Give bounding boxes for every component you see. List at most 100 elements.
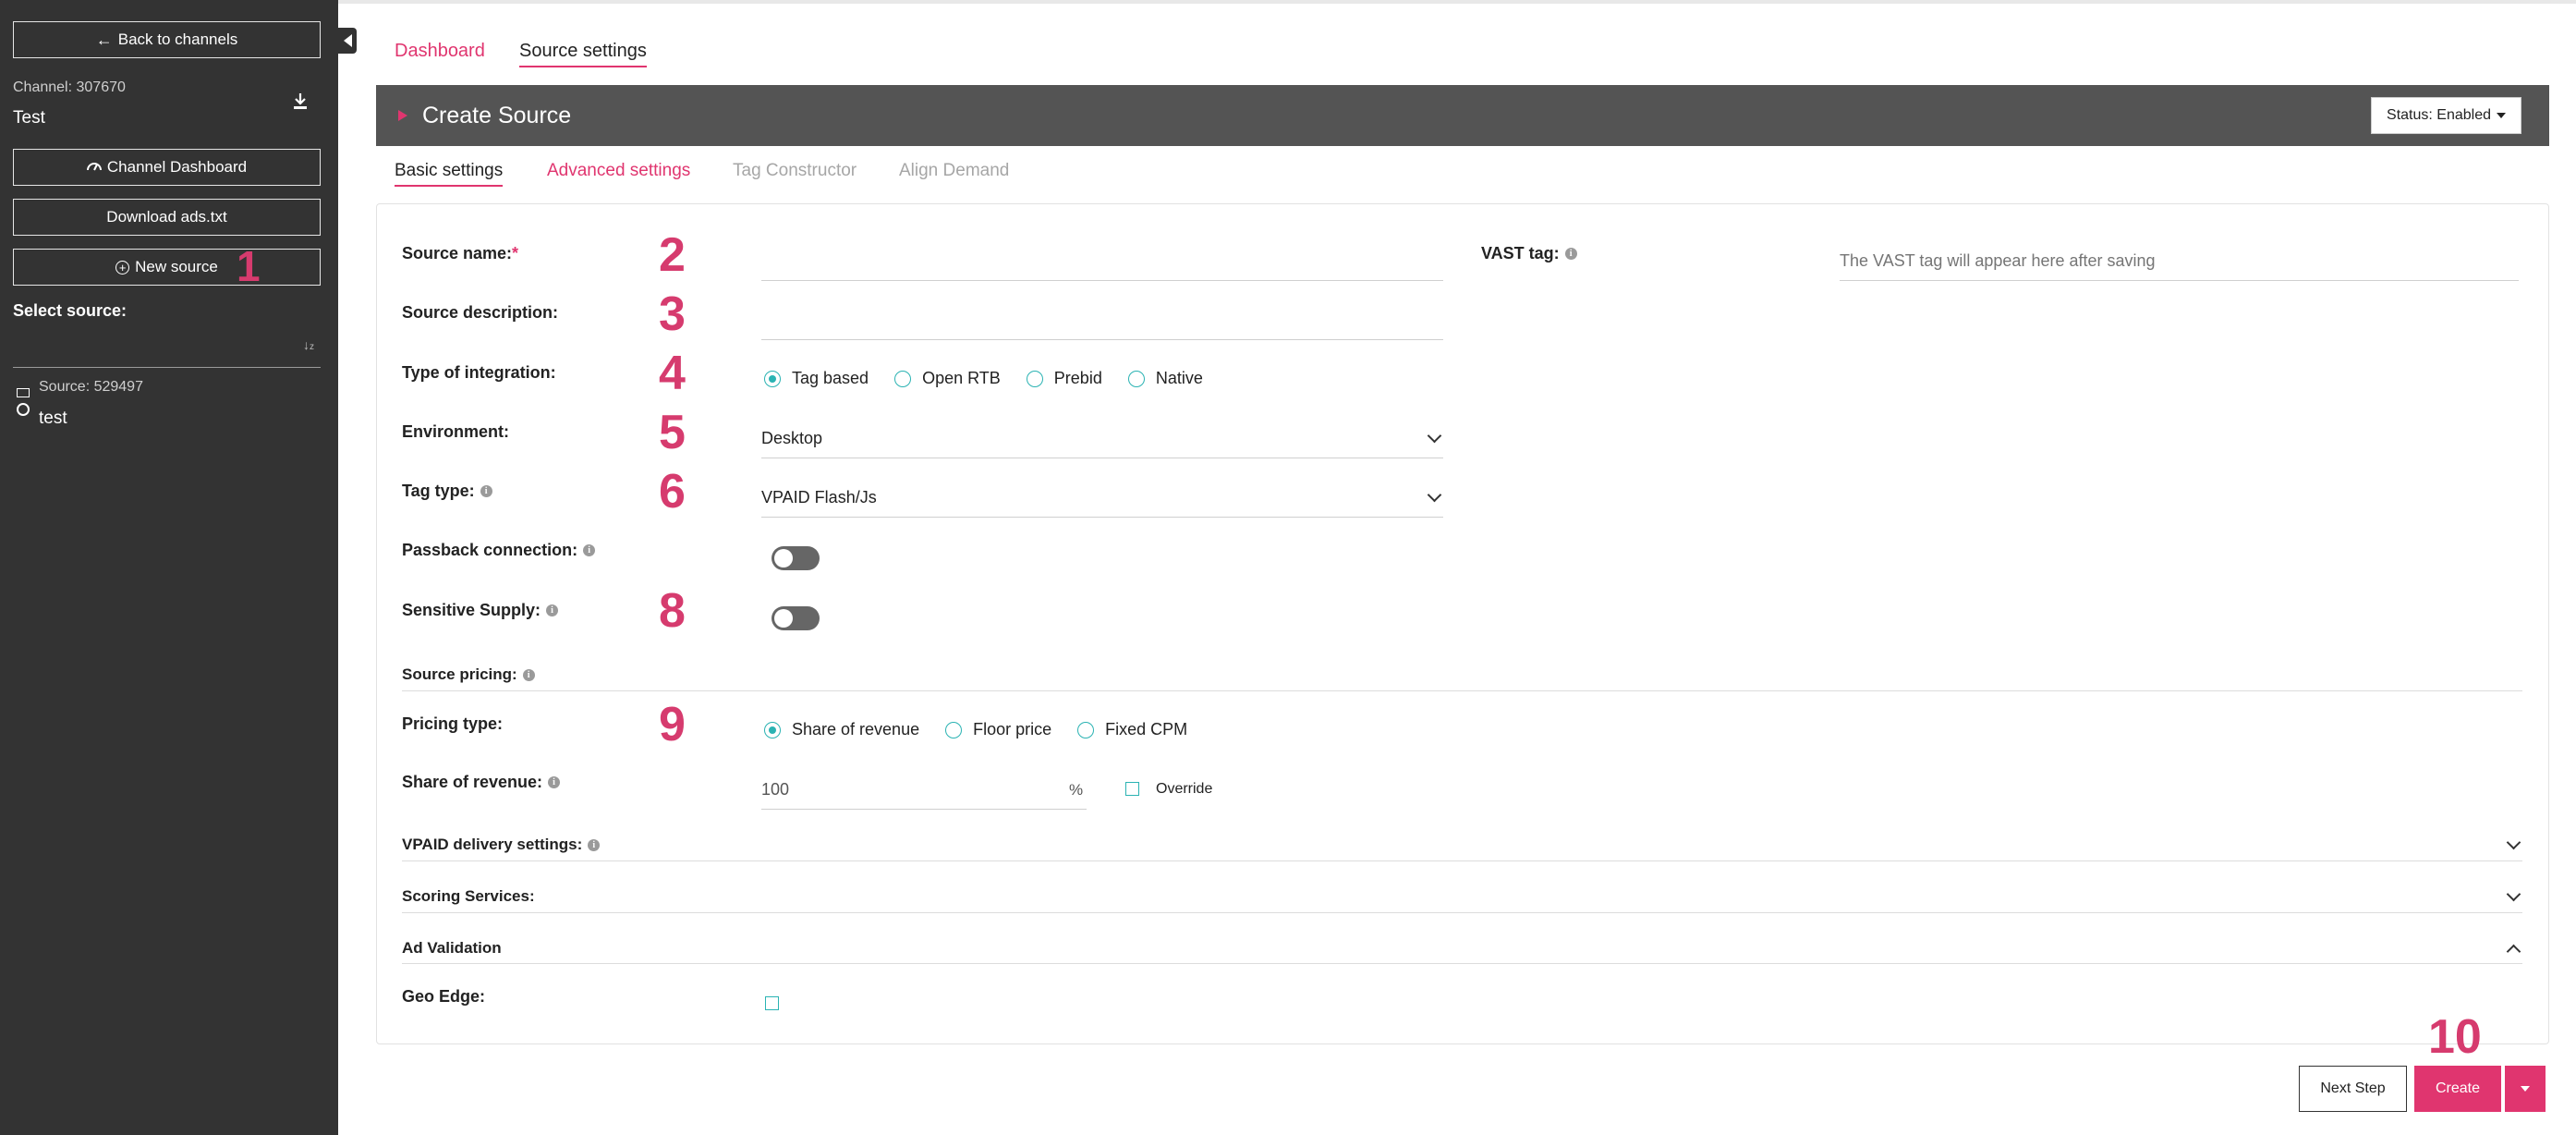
page-title: Create Source — [422, 102, 572, 128]
create-source-header: Create Source Status: Enabled — [376, 85, 2549, 146]
download-icon[interactable] — [292, 92, 309, 111]
required-mark: * — [512, 244, 519, 262]
source-pricing-label: Source pricing: i — [402, 665, 535, 684]
monitor-icon — [17, 388, 30, 397]
radio-circle — [764, 370, 781, 387]
radio-prebid[interactable]: Prebid — [1026, 369, 1102, 388]
source-pricing-label-text: Source pricing: — [402, 665, 517, 683]
percent-sign: % — [1069, 781, 1084, 799]
source-search-field[interactable] — [13, 331, 321, 368]
info-icon[interactable]: i — [583, 544, 596, 556]
source-name-input[interactable] — [761, 242, 1443, 281]
source-list-item[interactable]: Source: 529497 test — [13, 377, 321, 429]
info-icon[interactable]: i — [480, 485, 492, 497]
radio-circle — [894, 370, 912, 387]
integration-radio-group: Tag based Open RTB Prebid Native — [764, 369, 1229, 388]
step-marker-5: 5 — [659, 406, 686, 459]
tab-basic-settings[interactable]: Basic settings — [395, 161, 504, 187]
info-icon[interactable]: i — [522, 668, 535, 681]
radio-circle — [764, 721, 781, 738]
divider — [402, 963, 2522, 964]
tag-type-value: VPAID Flash/Js — [761, 488, 877, 506]
download-ads-label: Download ads.txt — [106, 208, 227, 226]
vast-tag-label: VAST tag: i — [1481, 244, 1577, 263]
chevron-down-icon — [1427, 487, 1442, 503]
geo-edge-label: Geo Edge: — [402, 987, 486, 1006]
tab-advanced-settings[interactable]: Advanced settings — [547, 161, 690, 181]
radio-share-of-revenue[interactable]: Share of revenue — [764, 720, 919, 739]
step-marker-9: 9 — [659, 698, 686, 751]
vpaid-delivery-settings-label[interactable]: VPAID delivery settings: i — [402, 836, 601, 854]
sensitive-supply-label: Sensitive Supply: i — [402, 601, 559, 620]
passback-label-text: Passback connection: — [402, 541, 578, 559]
share-of-revenue-label: Share of revenue: i — [402, 773, 561, 792]
sidebar: ← Back to channels Channel: 307670 Test … — [0, 0, 338, 1135]
channel-id: Channel: 307670 — [13, 79, 126, 95]
sort-icon[interactable]: ↓z — [303, 338, 314, 352]
channel-dashboard-button[interactable]: Channel Dashboard — [13, 149, 321, 186]
radio-label: Share of revenue — [792, 720, 920, 738]
share-of-revenue-input[interactable] — [761, 771, 1087, 810]
divider — [402, 912, 2522, 913]
radio-circle — [1127, 370, 1145, 387]
tab-dashboard[interactable]: Dashboard — [395, 41, 485, 62]
step-marker-3: 3 — [659, 287, 686, 341]
source-name-label: Source name: * — [402, 244, 518, 263]
radio-label: Floor price — [973, 720, 1052, 738]
back-to-channels-label: Back to channels — [117, 31, 238, 48]
divider — [402, 690, 2522, 691]
share-of-revenue-label-text: Share of revenue: — [402, 773, 543, 791]
radio-floor-price[interactable]: Floor price — [945, 720, 1051, 739]
source-name-label-text: Source name: — [402, 244, 513, 262]
channel-name: Test — [13, 108, 45, 128]
source-radio[interactable] — [17, 403, 30, 416]
next-step-button[interactable]: Next Step — [2299, 1066, 2407, 1112]
source-id: Source: 529497 — [39, 379, 143, 395]
status-dropdown[interactable]: Status: Enabled — [2371, 97, 2521, 134]
create-options-dropdown[interactable] — [2505, 1066, 2546, 1112]
top-border — [338, 0, 2576, 4]
channel-dashboard-label: Channel Dashboard — [106, 158, 248, 176]
caret-down-icon — [2521, 1086, 2530, 1092]
radio-label: Tag based — [792, 369, 869, 387]
environment-select[interactable]: Desktop — [761, 420, 1443, 458]
radio-open-rtb[interactable]: Open RTB — [894, 369, 1001, 388]
tab-tag-constructor: Tag Constructor — [733, 161, 857, 180]
info-icon[interactable]: i — [1564, 248, 1577, 260]
vast-tag-field[interactable] — [1840, 242, 2519, 281]
vpaid-delivery-label-text: VPAID delivery settings: — [402, 836, 583, 853]
new-source-button[interactable]: + New source — [13, 249, 321, 286]
step-marker-4: 4 — [659, 347, 686, 400]
radio-fixed-cpm[interactable]: Fixed CPM — [1077, 720, 1187, 739]
sidebar-collapse-toggle[interactable] — [338, 28, 357, 54]
collapse-arrow-icon — [398, 110, 407, 121]
geo-edge-checkbox[interactable] — [765, 996, 779, 1010]
ad-validation-label[interactable]: Ad Validation — [402, 939, 502, 958]
tag-type-select[interactable]: VPAID Flash/Js — [761, 479, 1443, 518]
tab-source-settings[interactable]: Source settings — [519, 41, 647, 67]
radio-circle — [1077, 721, 1095, 738]
vast-tag-label-text: VAST tag: — [1481, 244, 1560, 262]
create-button[interactable]: Create — [2414, 1066, 2501, 1112]
back-to-channels-button[interactable]: ← Back to channels — [13, 21, 321, 58]
dashboard-gauge-icon — [86, 158, 102, 177]
radio-label: Fixed CPM — [1105, 720, 1188, 738]
caret-down-icon — [2497, 113, 2506, 118]
download-ads-txt-button[interactable]: Download ads.txt — [13, 199, 321, 236]
override-label: Override — [1156, 781, 1213, 797]
radio-label: Prebid — [1053, 369, 1102, 387]
radio-native[interactable]: Native — [1127, 369, 1203, 388]
radio-tag-based[interactable]: Tag based — [764, 369, 869, 388]
step-marker-10: 10 — [2428, 1010, 2482, 1064]
sensitive-supply-toggle[interactable] — [772, 606, 820, 630]
source-description-input[interactable] — [761, 301, 1443, 340]
step-marker-8: 8 — [659, 584, 686, 638]
tag-type-label-text: Tag type: — [402, 482, 475, 500]
passback-toggle[interactable] — [772, 546, 820, 570]
select-source-label: Select source: — [13, 301, 128, 320]
info-icon[interactable]: i — [546, 604, 559, 616]
info-icon[interactable]: i — [548, 776, 561, 788]
info-icon[interactable]: i — [588, 838, 601, 851]
override-checkbox[interactable] — [1125, 782, 1139, 796]
scoring-services-label[interactable]: Scoring Services: — [402, 887, 535, 906]
